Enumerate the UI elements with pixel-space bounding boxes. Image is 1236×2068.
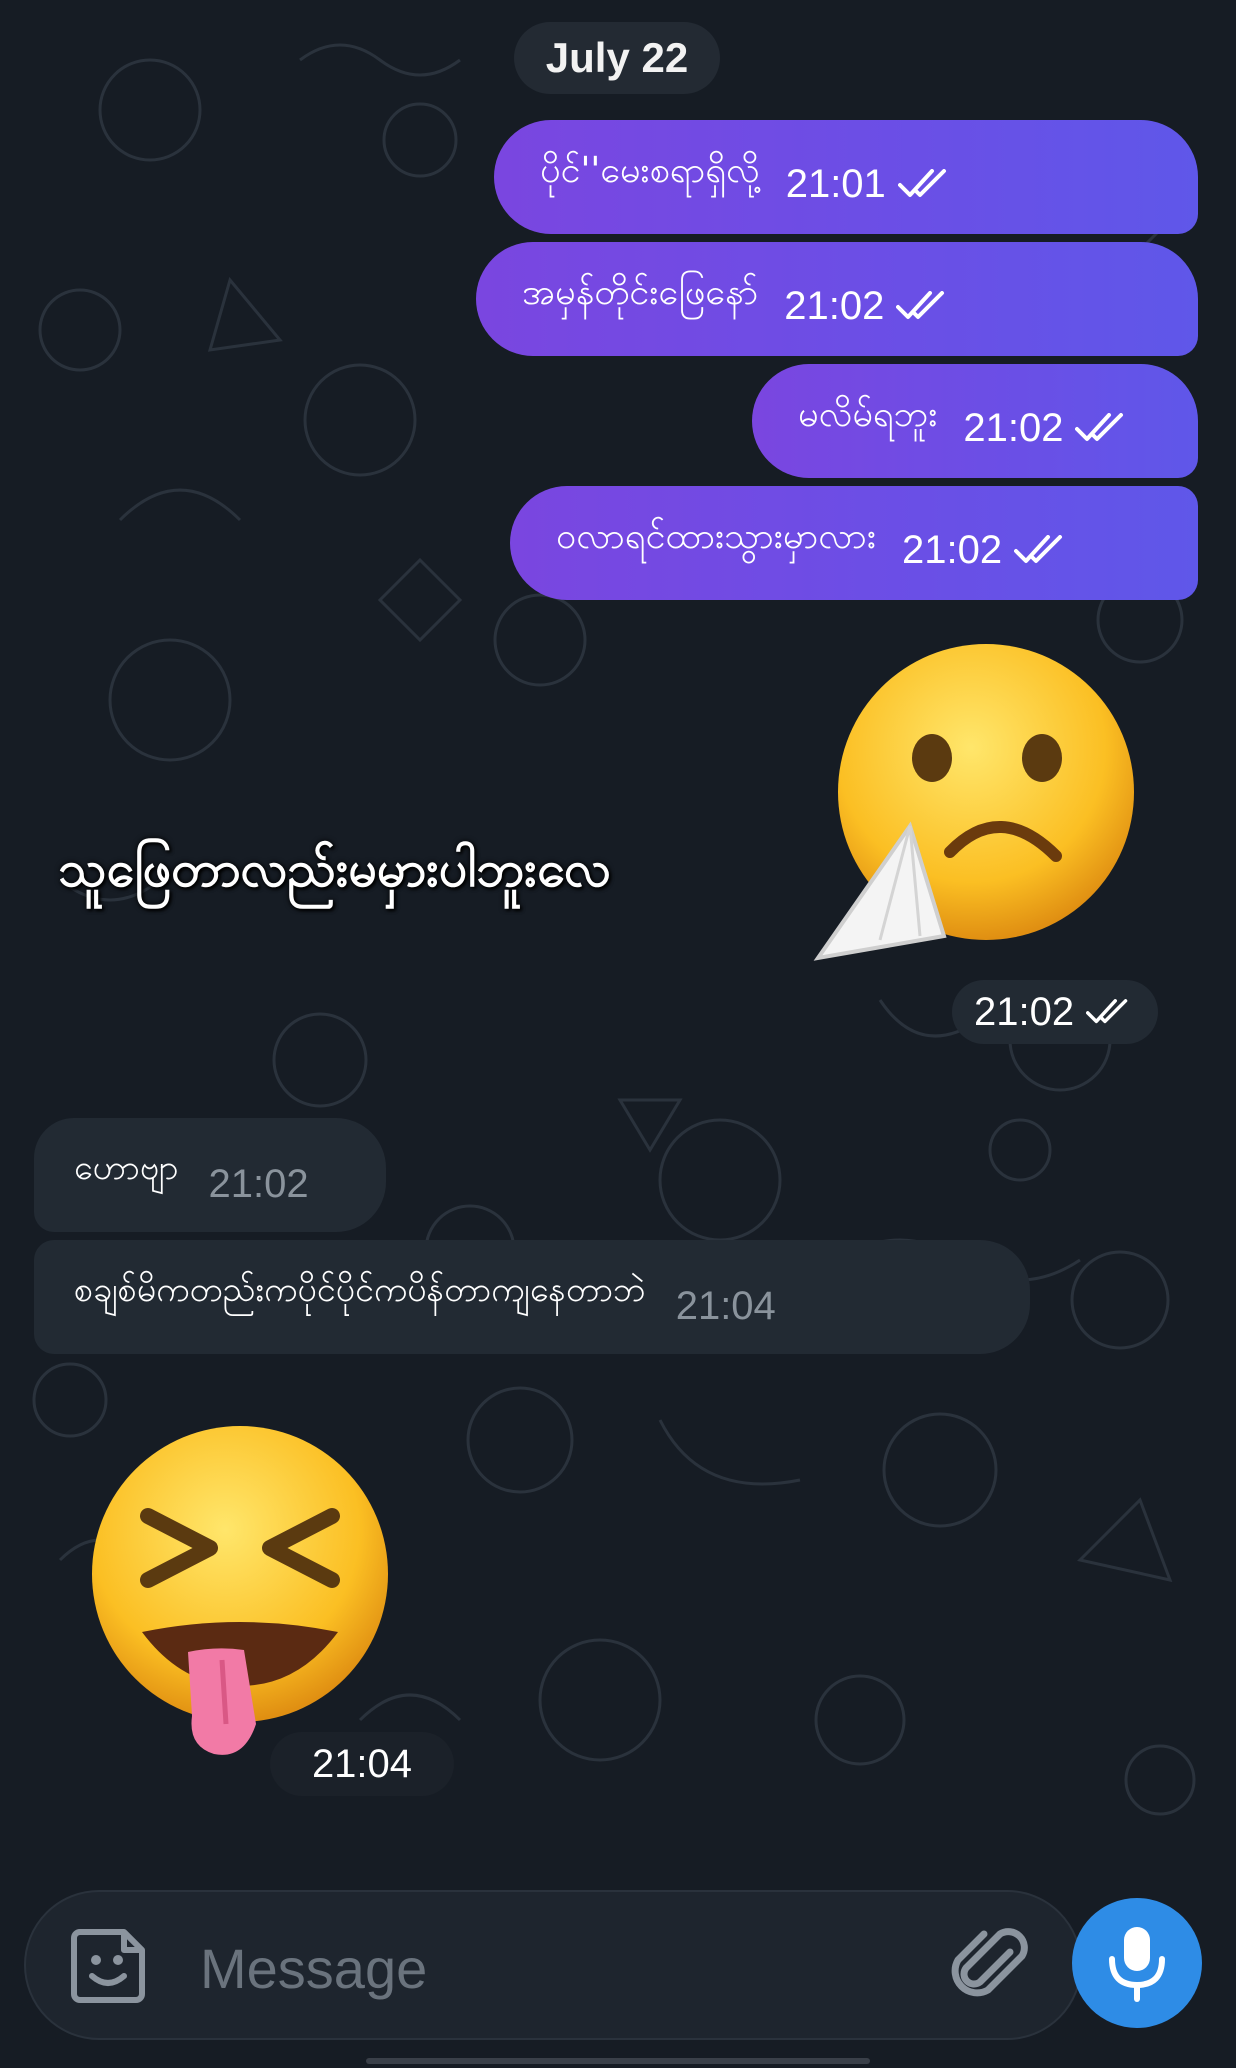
message-input[interactable] xyxy=(198,1932,902,2004)
message-time: 21:02 xyxy=(901,527,1003,572)
outgoing-message[interactable]: မလိမ်ရဘူး 21:02 xyxy=(752,364,1198,478)
sticker-emoji-icon[interactable] xyxy=(66,1924,150,2008)
home-indicator xyxy=(366,2058,870,2064)
double-check-icon xyxy=(1014,535,1063,563)
message-text: ပိုင်''မေးစရာရှိလို့ xyxy=(540,150,760,191)
message-composer xyxy=(24,1890,1082,2040)
incoming-message[interactable]: စချစ်မိကတည်းကပိုင်ပိုင်ကပိန်တာကျနေတာဘဲ 2… xyxy=(34,1240,1030,1354)
date-separator: July 22 xyxy=(514,22,720,94)
message-time: 21:01 xyxy=(785,161,886,206)
message-time: 21:04 xyxy=(675,1283,776,1328)
message-time: 21:04 xyxy=(311,1741,413,1786)
message-text: ဟောဗျာ xyxy=(74,1147,179,1188)
message-time: 21:02 xyxy=(784,283,885,328)
double-check-icon xyxy=(897,169,946,197)
message-text: ဝလာရင်ထားသွားမှာလား xyxy=(556,516,876,557)
message-time: 21:02 xyxy=(208,1161,309,1206)
outgoing-message[interactable]: အမှန်တိုင်းဖြေနော် 21:02 xyxy=(476,242,1198,356)
incoming-message[interactable]: ဟောဗျာ 21:02 xyxy=(34,1118,386,1232)
sad-face-tissue-emoji[interactable] xyxy=(810,640,1150,980)
outgoing-message[interactable]: ဝလာရင်ထားသွားမှာလား 21:02 xyxy=(510,486,1198,600)
message-time-pill: 21:04 xyxy=(270,1732,454,1796)
microphone-icon xyxy=(1109,1927,1165,2002)
squinting-tongue-emoji[interactable] xyxy=(88,1424,394,1764)
double-check-icon xyxy=(1086,999,1128,1024)
message-time: 21:02 xyxy=(963,405,1064,450)
message-time: 21:02 xyxy=(974,989,1075,1034)
message-text: မလိမ်ရဘူး xyxy=(798,394,938,435)
message-time-pill: 21:02 xyxy=(952,980,1158,1044)
message-text: အမှန်တိုင်းဖြေနော် xyxy=(522,272,759,313)
voice-record-button[interactable] xyxy=(1072,1898,1202,2028)
double-check-icon xyxy=(896,291,945,319)
big-text-message[interactable]: သူဖြေတာလည်းမမှားပါဘူးလေ xyxy=(58,838,611,911)
message-text: စချစ်မိကတည်းကပိုင်ပိုင်ကပိန်တာကျနေတာဘဲ xyxy=(74,1269,646,1310)
paperclip-icon[interactable] xyxy=(948,1922,1038,2012)
double-check-icon xyxy=(1075,413,1124,441)
outgoing-message[interactable]: ပိုင်''မေးစရာရှိလို့ 21:01 xyxy=(494,120,1198,234)
